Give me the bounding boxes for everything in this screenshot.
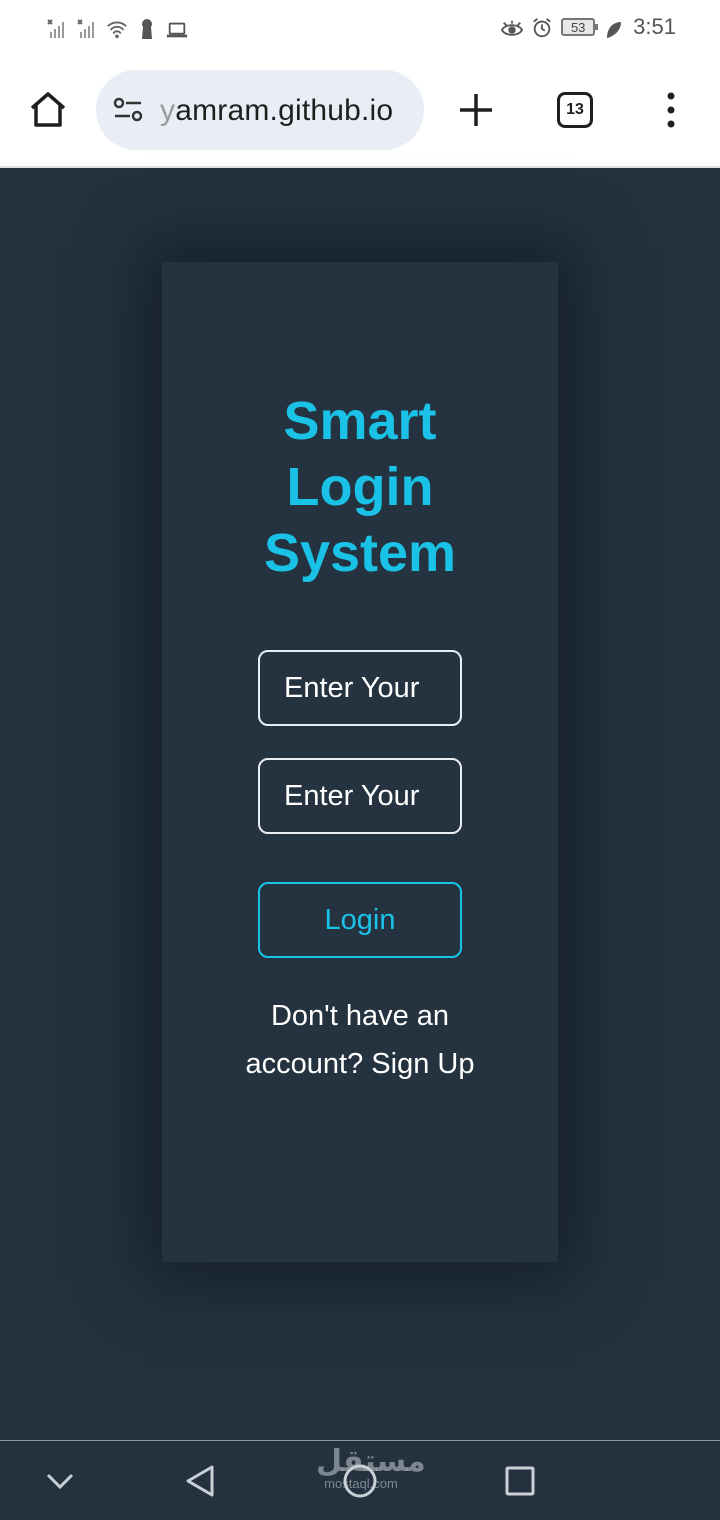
status-bar: 53 3:51 xyxy=(0,0,720,54)
battery-icon: 53 xyxy=(561,18,599,36)
back-triangle-icon[interactable] xyxy=(180,1461,220,1501)
more-vert-icon[interactable] xyxy=(656,88,686,132)
chevron-down-icon[interactable] xyxy=(40,1461,80,1501)
tabs-icon[interactable]: 13 xyxy=(557,92,593,128)
title-line-2: Login xyxy=(286,457,434,517)
navigation-bar: مستقل mostaql.com xyxy=(0,1440,720,1520)
signal-off-icon xyxy=(76,14,98,40)
title-line-1: Smart xyxy=(283,391,437,451)
plus-icon[interactable] xyxy=(456,90,496,130)
password-input[interactable] xyxy=(258,758,462,834)
url-prefix: y xyxy=(160,94,176,127)
eye-icon xyxy=(501,14,524,40)
status-right-icons: 53 3:51 xyxy=(501,14,676,40)
page-viewport: Smart Login System Login Don't have an a… xyxy=(0,168,720,1440)
url-text[interactable]: yamram.github.io xyxy=(160,94,393,128)
page-title: Smart Login System xyxy=(162,388,558,586)
laptop-icon xyxy=(166,14,188,40)
login-card: Smart Login System Login Don't have an a… xyxy=(162,262,558,1262)
home-circle-icon[interactable] xyxy=(340,1461,380,1501)
home-icon[interactable] xyxy=(26,88,70,132)
url-domain: amram.github.io xyxy=(175,94,394,127)
login-button[interactable]: Login xyxy=(258,882,462,958)
status-time: 3:51 xyxy=(633,14,676,39)
keyhole-icon xyxy=(136,14,158,40)
signal-off-icon xyxy=(46,14,68,40)
title-line-3: System xyxy=(263,523,457,583)
alarm-icon xyxy=(531,14,553,40)
signup-prompt: Don't have an account? Sign Up xyxy=(242,992,478,1088)
signup-link[interactable]: Don't have an account? Sign Up xyxy=(246,1000,475,1080)
email-input[interactable] xyxy=(258,650,462,726)
leaf-icon xyxy=(603,14,625,40)
browser-toolbar: yamram.github.io 13 xyxy=(0,54,720,168)
wifi-icon xyxy=(106,14,128,40)
tune-icon[interactable] xyxy=(112,94,144,126)
recent-square-icon[interactable] xyxy=(500,1461,540,1501)
address-bar[interactable]: yamram.github.io xyxy=(96,70,424,150)
status-left-icons xyxy=(46,14,188,40)
